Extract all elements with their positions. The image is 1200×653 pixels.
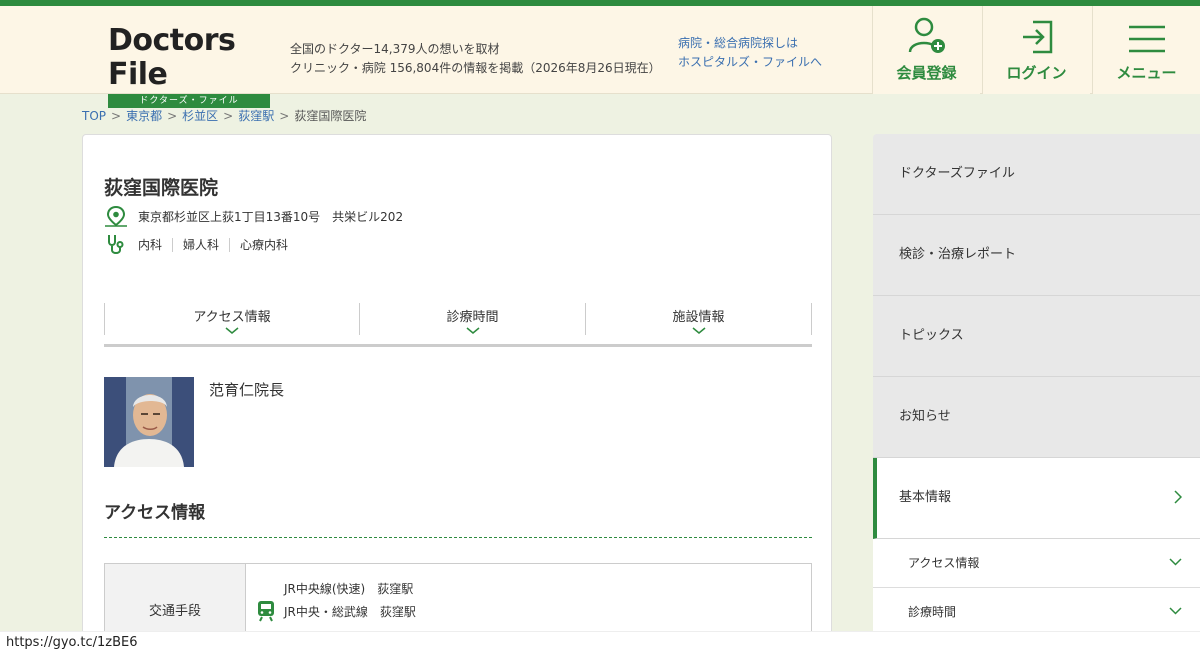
tab-hours[interactable]: 診療時間 [359,303,585,335]
breadcrumb-separator: > [279,109,290,123]
breadcrumb: TOP > 東京都 > 杉並区 > 荻窪駅 > 荻窪国際医院 [82,107,366,124]
site-tagline: 全国のドクター14,379人の想いを取材 クリニック・病院 156,804件の情… [290,40,661,78]
tab-hours-label: 診療時間 [446,310,499,325]
doctor-portrait-image [104,377,194,467]
breadcrumb-current: 荻窪国際医院 [294,109,367,123]
tab-facility[interactable]: 施設情報 [585,303,812,335]
chevron-down-icon [692,327,705,334]
clinic-departments-row: 内科 婦人科 心療内科 [104,233,298,257]
site-header: Doctors File ドクターズ・ファイル 全国のドクター14,379人の想… [0,6,1200,108]
department-item: 婦人科 [172,238,229,252]
user-add-icon [908,17,945,53]
hospitals-file-link[interactable]: 病院・総合病院探しは ホスピタルズ・ファイルへ [678,34,822,72]
sidebar-sub-access-label: アクセス情報 [908,556,980,570]
sidebar-item-basic-info[interactable]: 基本情報 [873,458,1200,539]
clinic-address: 東京都杉並区上荻1丁目13番10号 共栄ビル202 [138,209,404,224]
sidebar-nav: ドクターズファイル 検診・治療レポート トピックス お知らせ 基本情報 アクセス… [873,134,1200,637]
doctor-name[interactable]: 范育仁院長 [209,379,284,400]
chevron-right-icon [1174,490,1182,504]
stethoscope-icon [108,235,124,254]
sidebar-item-basic-info-label: 基本情報 [899,490,952,505]
sidebar-item-doctors-file[interactable]: ドクターズファイル [873,134,1200,215]
tab-access[interactable]: アクセス情報 [104,303,359,335]
breadcrumb-station[interactable]: 荻窪駅 [238,109,274,123]
tagline-clinics: クリニック・病院 156,804件の情報を掲載（2026年8月26日現在） [290,61,661,75]
sidebar-item-report[interactable]: 検診・治療レポート [873,215,1200,296]
section-divider [104,537,812,538]
tab-facility-label: 施設情報 [672,310,725,325]
access-line: JR中央・総武線 荻窪駅 [284,605,416,619]
login-icon [1022,20,1052,54]
access-table-cell: JR中央線(快速) 荻窪駅 JR中央・総武線 荻窪駅 [256,578,416,624]
tab-access-label: アクセス情報 [193,310,271,325]
sidebar-sub-hours-label: 診療時間 [908,605,957,619]
breadcrumb-separator: > [167,109,178,123]
chevron-down-icon [225,327,239,334]
breadcrumb-separator: > [111,109,122,123]
hospitals-link-line1: 病院・総合病院探しは [678,36,799,50]
chevron-down-icon [1169,558,1182,566]
breadcrumb-prefecture[interactable]: 東京都 [126,109,162,123]
menu-button[interactable]: メニュー [1092,6,1200,94]
sidebar-sub-hours[interactable]: 診療時間 [873,588,1200,637]
department-item: 心療内科 [229,238,298,252]
site-logo[interactable]: Doctors File ドクターズ・ファイル [108,24,270,108]
hamburger-icon [1128,25,1165,53]
map-pin-icon [105,205,127,227]
clinic-address-row: 東京都杉並区上荻1丁目13番10号 共栄ビル202 [104,205,403,227]
chevron-down-icon [1169,607,1182,615]
login-label: ログイン [1006,64,1067,82]
login-button[interactable]: ログイン [982,6,1090,94]
hospitals-link-line2: ホスピタルズ・ファイルへ [678,55,823,69]
breadcrumb-separator: > [223,109,234,123]
clinic-card: 荻窪国際医院 東京都杉並区上荻1丁目13番10号 共栄ビル202 内科 婦人科 … [82,134,832,653]
department-item: 内科 [138,238,163,252]
logo-text: Doctors File [108,23,236,92]
clinic-section-tabs: アクセス情報 診療時間 施設情報 [104,303,812,347]
member-register-label: 会員登録 [896,64,957,82]
doctor-photo[interactable] [104,377,194,467]
breadcrumb-top[interactable]: TOP [82,109,106,123]
sidebar-sub-access[interactable]: アクセス情報 [873,539,1200,588]
breadcrumb-ward[interactable]: 杉並区 [182,109,218,123]
status-bar-url: https://gyo.tc/1zBE6 [0,631,1200,653]
member-register-button[interactable]: 会員登録 [872,6,980,94]
clinic-name: 荻窪国際医院 [104,177,219,199]
sidebar-item-topics[interactable]: トピックス [873,296,1200,377]
chevron-down-icon [466,327,479,334]
logo-subtext: ドクターズ・ファイル [108,94,270,108]
menu-label: メニュー [1116,64,1177,82]
access-line: JR中央線(快速) 荻窪駅 [284,582,414,596]
access-section-title: アクセス情報 [104,503,206,523]
train-icon [258,601,274,622]
sidebar-item-news[interactable]: お知らせ [873,377,1200,458]
tagline-doctors: 全国のドクター14,379人の想いを取材 [290,42,500,56]
